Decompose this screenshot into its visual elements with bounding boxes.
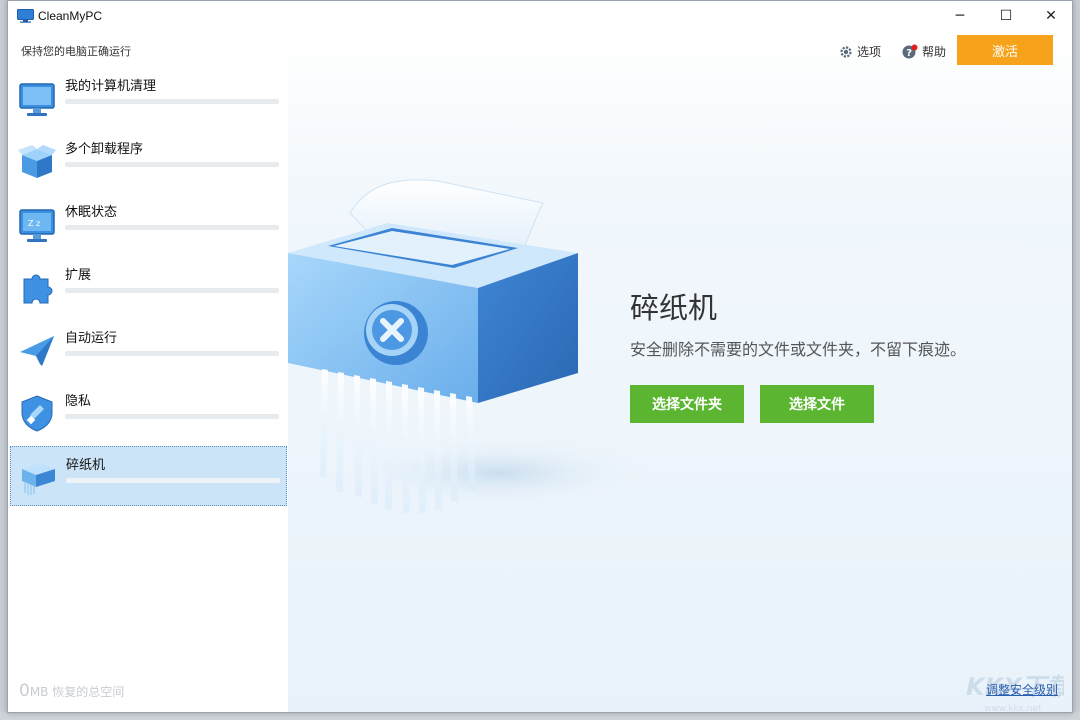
main-panel: 选项 ? 帮助 激活 碎纸机 安全删除不需要的文件或文件夹，不留下痕迹。 选择文… <box>288 33 1072 713</box>
window-title: CleanMyPC <box>38 9 103 23</box>
app-window: CleanMyPC ─ ☐ ✕ 保持您的电脑正确运行 我的计算机清理 多个卸载程… <box>7 0 1073 713</box>
sidebar-item-autorun[interactable]: 自动运行 <box>10 320 287 380</box>
sidebar-item-label: 休眠状态 <box>65 205 118 220</box>
help-icon: ? <box>902 44 918 59</box>
desktop-bottom-edge <box>0 712 1080 720</box>
maximize-button[interactable]: ☐ <box>983 1 1029 31</box>
sidebar-item-progress <box>65 351 279 356</box>
sidebar-item-shredder[interactable]: 碎纸机 <box>10 446 287 506</box>
sidebar-item-progress <box>65 99 279 104</box>
title-bar[interactable]: CleanMyPC ─ ☐ ✕ <box>8 1 1072 33</box>
sidebar-item-label: 多个卸载程序 <box>65 142 144 157</box>
sidebar-item-progress <box>65 225 279 230</box>
puzzle-icon <box>23 274 53 304</box>
page-description: 安全删除不需要的文件或文件夹，不留下痕迹。 <box>630 340 967 359</box>
sidebar-item-extensions[interactable]: 扩展 <box>10 257 287 317</box>
svg-text:www.kkx.net: www.kkx.net <box>984 704 1042 713</box>
security-level-link[interactable]: 调整安全级别 <box>986 681 1058 698</box>
sidebar-item-label: 碎纸机 <box>66 458 106 473</box>
recovered-amount: 0 <box>19 681 30 701</box>
select-folder-button[interactable]: 选择文件夹 <box>630 385 744 423</box>
select-file-button[interactable]: 选择文件 <box>760 385 874 423</box>
sidebar-item-progress <box>65 162 279 167</box>
sleep-monitor-icon: Z z <box>19 209 55 242</box>
svg-text:Z z: Z z <box>28 219 40 228</box>
sidebar-item-label: 扩展 <box>65 268 92 283</box>
sidebar-item-multi-uninstaller[interactable]: 多个卸载程序 <box>10 131 287 191</box>
shredder-illustration <box>288 179 648 513</box>
recovered-label: 恢复的总空间 <box>52 685 125 699</box>
sidebar-item-hibernation[interactable]: Z z 休眠状态 <box>10 194 287 254</box>
help-label: 帮助 <box>922 45 947 59</box>
shredder-icon <box>22 463 55 495</box>
close-button[interactable]: ✕ <box>1028 1 1072 31</box>
monitor-icon <box>19 83 55 116</box>
page-title: 碎纸机 <box>630 291 718 325</box>
sidebar-item-progress <box>65 288 279 293</box>
sidebar-item-label: 我的计算机清理 <box>65 79 157 94</box>
minimize-button[interactable]: ─ <box>937 1 983 31</box>
sidebar: 保持您的电脑正确运行 我的计算机清理 多个卸载程序 Z z 休眠状态 扩展 自动… <box>8 33 288 712</box>
recovered-unit: MB <box>29 685 49 699</box>
tagline: 保持您的电脑正确运行 <box>21 45 131 58</box>
app-logo-icon <box>17 9 34 23</box>
options-label: 选项 <box>857 45 882 59</box>
gear-icon <box>840 45 852 58</box>
sidebar-item-label: 自动运行 <box>65 331 118 346</box>
recovered-space-stat: 0MB 恢复的总空间 <box>19 681 124 701</box>
options-link[interactable]: 选项 <box>839 43 881 60</box>
shield-icon <box>21 395 53 432</box>
desktop-right-edge <box>1072 0 1080 720</box>
box-icon <box>18 145 56 178</box>
help-link[interactable]: ? 帮助 <box>902 43 946 60</box>
sidebar-item-progress <box>65 414 279 419</box>
svg-text:?: ? <box>906 48 912 59</box>
sidebar-item-my-computer-cleanup[interactable]: 我的计算机清理 <box>10 68 287 128</box>
activate-button[interactable]: 激活 <box>957 35 1053 65</box>
sidebar-item-progress <box>66 478 280 483</box>
sidebar-item-label: 隐私 <box>65 394 92 409</box>
sidebar-item-privacy[interactable]: 隐私 <box>10 383 287 443</box>
paper-plane-icon <box>20 336 54 366</box>
